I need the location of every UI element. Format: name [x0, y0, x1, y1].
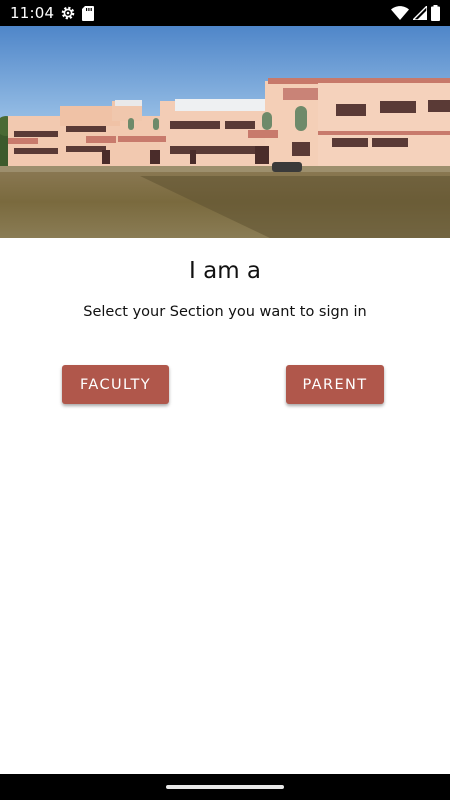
signal-icon — [413, 6, 427, 20]
school-building-photo — [0, 26, 450, 238]
settings-gear-icon — [60, 5, 76, 21]
status-bar: 11:04 — [0, 0, 450, 26]
page-subheading: Select your Section you want to sign in — [83, 304, 367, 320]
battery-icon — [431, 5, 440, 21]
page-heading: I am a — [189, 258, 261, 284]
faculty-button[interactable]: FACULTY — [62, 365, 169, 404]
status-time: 11:04 — [10, 4, 55, 22]
parent-button[interactable]: PARENT — [286, 365, 384, 404]
navigation-bar — [0, 774, 450, 800]
sd-card-icon — [82, 5, 95, 21]
status-bar-left: 11:04 — [10, 4, 95, 22]
app-screen: 11:04 I am a Select your Section you wan… — [0, 0, 450, 800]
home-gesture-handle[interactable] — [166, 785, 284, 789]
wifi-icon — [391, 6, 409, 20]
status-bar-right — [391, 5, 440, 21]
